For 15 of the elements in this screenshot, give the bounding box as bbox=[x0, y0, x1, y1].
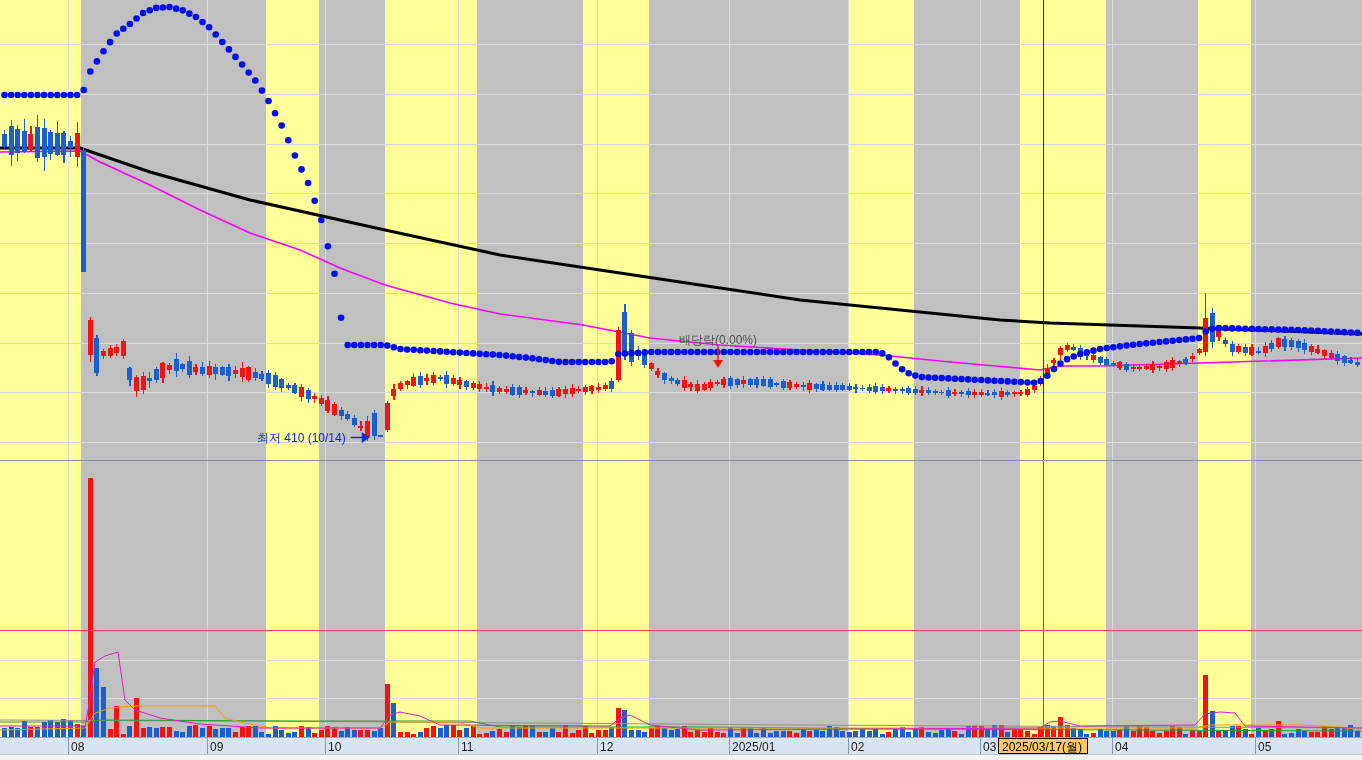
low-price-label: 최저 410 (10/14) bbox=[257, 431, 346, 445]
axis-label: 02 bbox=[851, 740, 865, 754]
cursor-date-label: 2025/03/17(월) bbox=[998, 738, 1088, 754]
axis-label: 12 bbox=[600, 740, 614, 754]
axis-label: 08 bbox=[71, 740, 85, 754]
low-price-arrow bbox=[349, 432, 370, 443]
axis-label: 05 bbox=[1258, 740, 1272, 754]
ex-dividend-arrow bbox=[713, 346, 723, 368]
axis-label: 10 bbox=[328, 740, 342, 754]
axis-label: 11 bbox=[461, 740, 474, 754]
axis-label: 03 bbox=[983, 740, 997, 754]
axis-label: 09 bbox=[210, 740, 224, 754]
ex-dividend-label: 배당락(0.00%) bbox=[679, 333, 758, 347]
axis-label: 2025/01 bbox=[732, 740, 776, 754]
axis-label: 04 bbox=[1115, 740, 1129, 754]
